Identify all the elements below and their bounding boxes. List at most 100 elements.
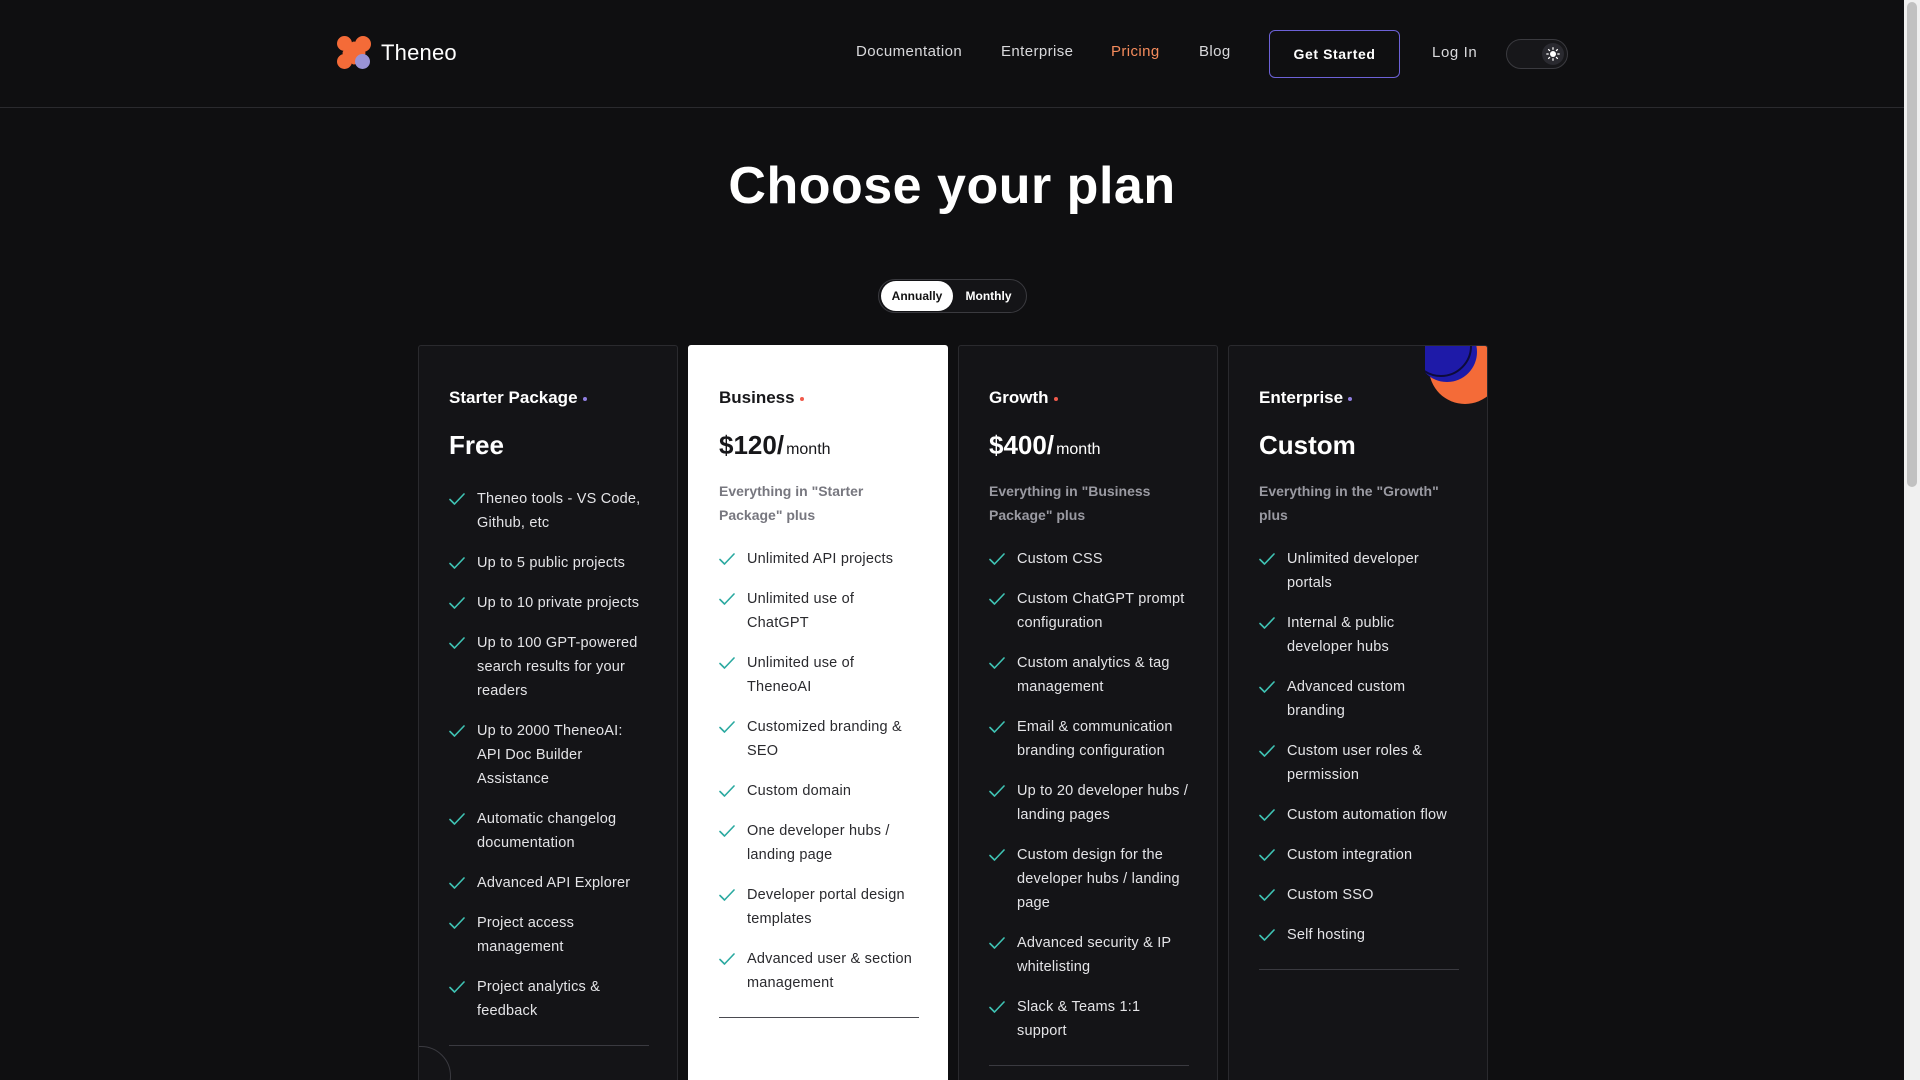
- feature-item: Up to 5 public projects: [449, 551, 649, 575]
- feature-item: One developer hubs / landing page: [719, 819, 919, 867]
- feature-list: Custom CSS Custom ChatGPT prompt configur…: [989, 547, 1189, 1043]
- plan-price: Custom: [1259, 430, 1356, 460]
- check-icon: [719, 587, 735, 611]
- check-icon: [1259, 547, 1275, 571]
- brand-name: Theneo: [381, 40, 457, 65]
- feature-item: Slack & Teams 1:1 support: [989, 995, 1189, 1043]
- page-title: Choose your plan: [728, 157, 1176, 215]
- feature-item: Custom integration: [1259, 843, 1459, 867]
- check-icon: [449, 551, 465, 575]
- nav-item-enterprise[interactable]: Enterprise: [1001, 43, 1073, 60]
- feature-list: Unlimited API projects Unlimited use of C…: [719, 547, 919, 995]
- scrollbar[interactable]: [1904, 0, 1920, 1080]
- plan-dot-icon: [582, 397, 587, 401]
- plan-dot-icon: [799, 397, 804, 401]
- plan-card-growth: Growth $400/month Everything in "Business …: [958, 345, 1218, 1080]
- theme-toggle[interactable]: [1506, 39, 1568, 69]
- check-icon: [1259, 803, 1275, 827]
- feature-item: Custom ChatGPT prompt configuration: [989, 587, 1189, 635]
- nav-item-blog[interactable]: Blog: [1199, 43, 1231, 60]
- feature-item: Advanced security & IP whitelisting: [989, 931, 1189, 979]
- feature-item: Advanced custom branding: [1259, 675, 1459, 723]
- check-icon: [719, 779, 735, 803]
- plan-price: $400/month: [989, 430, 1101, 460]
- feature-item: Custom CSS: [989, 547, 1189, 571]
- feature-item: Custom analytics & tag management: [989, 651, 1189, 699]
- brand-logo[interactable]: Theneo: [337, 36, 457, 70]
- login-link[interactable]: Log In: [1432, 44, 1477, 61]
- check-icon: [989, 651, 1005, 675]
- feature-item: Customized branding & SEO: [719, 715, 919, 763]
- card-divider: [719, 1017, 919, 1018]
- feature-item: Developer portal design templates: [719, 883, 919, 931]
- feature-item: Self hosting: [1259, 923, 1459, 947]
- check-icon: [1259, 611, 1275, 635]
- feature-item: Project analytics & feedback: [449, 975, 649, 1023]
- feature-item: Custom design for the developer hubs / l…: [989, 843, 1189, 915]
- billing-period-toggle: Annually Monthly: [878, 279, 1027, 313]
- price-period: month: [1056, 441, 1101, 458]
- plan-card-content: Growth $400/month Everything in "Business …: [989, 388, 1189, 1066]
- feature-item: Unlimited use of TheneoAI: [719, 651, 919, 699]
- card-divider: [449, 1045, 649, 1046]
- check-icon: [989, 547, 1005, 571]
- billing-option-annually[interactable]: Annually: [881, 281, 953, 311]
- plan-card-content: Enterprise Custom Everything in the "Growt…: [1259, 388, 1459, 970]
- scrollbar-thumb[interactable]: [1907, 2, 1917, 487]
- nav-item-documentation[interactable]: Documentation: [856, 43, 962, 60]
- site-header: Theneo Documentation Enterprise Pricing …: [0, 0, 1904, 108]
- check-icon: [449, 631, 465, 655]
- feature-item: Up to 2000 TheneoAI: API Doc Builder Ass…: [449, 719, 649, 791]
- decorative-arc-icon: [419, 1046, 451, 1080]
- plan-price: Free: [449, 430, 504, 460]
- check-icon: [989, 587, 1005, 611]
- check-icon: [449, 975, 465, 999]
- plan-card-content: Business $120/month Everything in "Starter…: [719, 388, 919, 1018]
- plan-description: Everything in "Starter Package" plus: [719, 483, 864, 523]
- billing-option-monthly[interactable]: Monthly: [953, 281, 1024, 311]
- card-divider: [989, 1065, 1189, 1066]
- check-icon: [989, 843, 1005, 867]
- plan-price: $120/month: [719, 430, 831, 460]
- check-icon: [1259, 923, 1275, 947]
- plan-name: Growth: [989, 388, 1189, 408]
- feature-item: Custom domain: [719, 779, 919, 803]
- theneo-logo-icon: [337, 36, 371, 70]
- get-started-button[interactable]: Get Started: [1269, 30, 1400, 78]
- feature-item: Custom automation flow: [1259, 803, 1459, 827]
- feature-item: Email & communication branding configura…: [989, 715, 1189, 763]
- feature-item: Up to 20 developer hubs / landing pages: [989, 779, 1189, 827]
- check-icon: [719, 883, 735, 907]
- plan-card-enterprise: Enterprise Custom Everything in the "Growt…: [1228, 345, 1488, 1080]
- plan-card-starter: Starter Package Free Theneo tools - VS Cod…: [418, 345, 678, 1080]
- nav-item-pricing[interactable]: Pricing: [1111, 43, 1160, 60]
- check-icon: [989, 931, 1005, 955]
- feature-item: Unlimited use of ChatGPT: [719, 587, 919, 635]
- check-icon: [1259, 883, 1275, 907]
- plan-dot-icon: [1348, 397, 1353, 401]
- feature-list: Theneo tools - VS Code, Github, etc Up to…: [449, 487, 649, 1023]
- check-icon: [449, 487, 465, 511]
- feature-item: Automatic changelog documentation: [449, 807, 649, 855]
- feature-item: Project access management: [449, 911, 649, 959]
- check-icon: [989, 779, 1005, 803]
- check-icon: [719, 547, 735, 571]
- check-icon: [989, 995, 1005, 1019]
- check-icon: [989, 715, 1005, 739]
- feature-item: Advanced API Explorer: [449, 871, 649, 895]
- card-divider: [1259, 969, 1459, 970]
- feature-item: Unlimited API projects: [719, 547, 919, 571]
- plan-card-business: Business $120/month Everything in "Starter…: [688, 345, 948, 1080]
- feature-item: Theneo tools - VS Code, Github, etc: [449, 487, 649, 535]
- feature-list: Unlimited developer portals Internal & pu…: [1259, 547, 1459, 947]
- plan-dot-icon: [1053, 397, 1058, 401]
- feature-item: Unlimited developer portals: [1259, 547, 1459, 595]
- plan-description: Everything in the "Growth" plus: [1259, 483, 1439, 523]
- plan-description: Everything in "Business Package" plus: [989, 483, 1151, 523]
- check-icon: [1259, 843, 1275, 867]
- check-icon: [1259, 739, 1275, 763]
- decorative-circles-icon: [1425, 346, 1487, 404]
- feature-item: Up to 100 GPT-powered search results for…: [449, 631, 649, 703]
- pricing-page: Theneo Documentation Enterprise Pricing …: [0, 0, 1920, 1080]
- check-icon: [719, 947, 735, 971]
